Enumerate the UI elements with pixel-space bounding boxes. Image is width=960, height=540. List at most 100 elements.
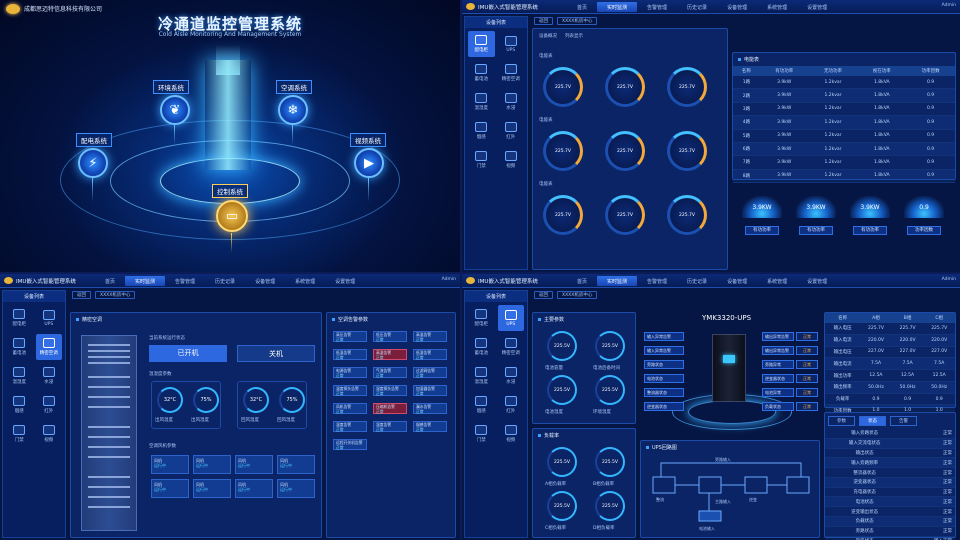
ups-icon xyxy=(42,309,55,320)
sidebar-item-water[interactable]: 水浸 xyxy=(498,363,525,389)
sidebar-item-door[interactable]: 门禁 xyxy=(6,421,33,447)
sidebar-item-smoke[interactable]: 烟感 xyxy=(6,392,33,418)
power-disc-button[interactable]: 有功功率 xyxy=(745,226,779,235)
nav-settings[interactable]: 设置管理 xyxy=(325,276,365,286)
user-menu[interactable]: Admin xyxy=(942,277,956,282)
lightning-icon[interactable]: ⚡ xyxy=(78,148,108,178)
ups-status-button-right[interactable]: 旁路异常 xyxy=(762,360,794,369)
sidebar-item-video[interactable]: 视频 xyxy=(498,147,525,173)
nav-home[interactable]: 首页 xyxy=(95,276,125,286)
snowflake-icon[interactable]: ❄ xyxy=(278,95,308,125)
sidebar-item-door[interactable]: 门禁 xyxy=(468,421,495,447)
node-label-video[interactable]: 视频系统 xyxy=(350,133,386,147)
nav-home[interactable]: 首页 xyxy=(567,2,597,12)
sidebar-item-distribution[interactable]: 配电柜 xyxy=(6,305,33,331)
ups-status-button-right[interactable]: 输出异常告警 xyxy=(762,332,794,341)
power-disc-button[interactable]: 功率因数 xyxy=(907,226,941,235)
sidebar-item-video[interactable]: 视频 xyxy=(498,421,525,447)
ups-tab[interactable]: 参数 xyxy=(828,416,855,426)
nav-history[interactable]: 历史记录 xyxy=(677,276,717,286)
camera-icon[interactable]: ▶ xyxy=(354,148,384,178)
nav-alarm[interactable]: 告警管理 xyxy=(637,2,677,12)
back-button[interactable]: 返回 xyxy=(72,291,91,299)
nav-device[interactable]: 设备管理 xyxy=(245,276,285,286)
sidebar-item-water[interactable]: 水浸 xyxy=(36,363,63,389)
ups-status-button-right[interactable]: 负载状态 xyxy=(762,402,794,411)
nav-settings[interactable]: 设置管理 xyxy=(797,2,837,12)
tab-list[interactable]: 列表显示 xyxy=(565,33,583,39)
sidebar-item-ac[interactable]: 精密空调 xyxy=(35,334,62,360)
battery-icon[interactable]: ▭ xyxy=(216,200,248,232)
sidebar-item-ac[interactable]: 精密空调 xyxy=(498,60,525,86)
nav-device[interactable]: 设备管理 xyxy=(717,2,757,12)
sidebar-item-video[interactable]: 视频 xyxy=(36,421,63,447)
location-select[interactable]: XXXX机房中心 xyxy=(95,291,136,299)
node-label-power[interactable]: 配电系统 xyxy=(76,133,112,147)
back-button[interactable]: 返回 xyxy=(534,291,553,299)
fan-status: 运行中 xyxy=(196,463,208,468)
ups-status-button-right[interactable]: 输出异常告警 xyxy=(762,346,794,355)
sidebar-item-ir[interactable]: 红外 xyxy=(498,392,525,418)
sidebar-item-battery[interactable]: 蓄电池 xyxy=(468,334,495,360)
nav-history[interactable]: 历史记录 xyxy=(205,276,245,286)
sidebar-item-smoke[interactable]: 烟感 xyxy=(468,118,495,144)
sidebar-item-ups[interactable]: UPS xyxy=(36,305,63,331)
user-menu[interactable]: Admin xyxy=(442,277,456,282)
ups-tab[interactable]: 状态 xyxy=(859,416,886,426)
sidebar-item-ir[interactable]: 红外 xyxy=(498,118,525,144)
sidebar-item-ir[interactable]: 红外 xyxy=(36,392,63,418)
tab-overview[interactable]: 设备概况 xyxy=(539,33,557,39)
sidebar-item-battery[interactable]: 蓄电池 xyxy=(6,334,33,360)
list-value: 正常 xyxy=(904,516,955,527)
nav-alarm[interactable]: 告警管理 xyxy=(637,276,677,286)
nav-realtime[interactable]: 实时监测 xyxy=(597,2,638,12)
table-cell: 1.2kvar xyxy=(808,76,858,90)
sidebar-item-ac[interactable]: 精密空调 xyxy=(498,334,525,360)
nav-history[interactable]: 历史记录 xyxy=(677,2,717,12)
sidebar-item-distribution[interactable]: 配电柜 xyxy=(468,305,495,331)
sidebar-item-distribution[interactable]: 配电柜 xyxy=(468,31,495,57)
temp-group-frame xyxy=(237,381,307,429)
nav-system[interactable]: 系统管理 xyxy=(757,276,797,286)
power-disc-button[interactable]: 有功功率 xyxy=(799,226,833,235)
sidebar-item-th[interactable]: 温湿度 xyxy=(468,363,495,389)
nav-alarm[interactable]: 告警管理 xyxy=(165,276,205,286)
sidebar-item-th[interactable]: 温湿度 xyxy=(6,363,33,389)
nav-system[interactable]: 系统管理 xyxy=(757,2,797,12)
voltage-gauge: 225.7V xyxy=(543,195,583,235)
nav-system[interactable]: 系统管理 xyxy=(285,276,325,286)
ups-status-button-left[interactable]: 输入异常告警 xyxy=(644,346,684,355)
node-label-hvac[interactable]: 空调系统 xyxy=(276,80,312,94)
node-label-env[interactable]: 环境系统 xyxy=(153,80,189,94)
location-select[interactable]: XXXX机房中心 xyxy=(557,291,598,299)
nav-settings[interactable]: 设置管理 xyxy=(797,276,837,286)
power-on-button[interactable]: 已开机 xyxy=(149,345,227,362)
nav-realtime[interactable]: 实时监测 xyxy=(125,276,166,286)
location-select[interactable]: XXXX机房中心 xyxy=(557,17,598,25)
ups-tab[interactable]: 告警 xyxy=(890,416,917,426)
power-off-button[interactable]: 关机 xyxy=(237,345,315,362)
sidebar-item-smoke[interactable]: 烟感 xyxy=(468,392,495,418)
sidebar-title: 设备列表 xyxy=(465,291,527,302)
sidebar-item-ups[interactable]: UPS xyxy=(497,305,524,331)
sidebar-item-th[interactable]: 温湿度 xyxy=(468,89,495,115)
user-menu[interactable]: Admin xyxy=(942,3,956,8)
nav-home[interactable]: 首页 xyxy=(567,276,597,286)
nav-realtime[interactable]: 实时监测 xyxy=(597,276,638,286)
power-disc-button[interactable]: 有功功率 xyxy=(853,226,887,235)
ups-status-button-left[interactable]: 旁路状态 xyxy=(644,360,684,369)
leaf-icon[interactable]: ❦ xyxy=(160,95,190,125)
ups-status-button-left[interactable]: 逆变器状态 xyxy=(644,402,684,411)
ups-status-button-left[interactable]: 电池状态 xyxy=(644,374,684,383)
sidebar-item-battery[interactable]: 蓄电池 xyxy=(468,60,495,86)
sidebar-item-ups[interactable]: UPS xyxy=(498,31,525,57)
node-label-control[interactable]: 控制系统 xyxy=(212,184,248,198)
back-button[interactable]: 返回 xyxy=(534,17,553,25)
nav-device[interactable]: 设备管理 xyxy=(717,276,757,286)
ups-status-button-right[interactable]: 电池异常 xyxy=(762,388,794,397)
ups-status-button-left[interactable]: 输入异常告警 xyxy=(644,332,684,341)
sidebar-item-water[interactable]: 水浸 xyxy=(498,89,525,115)
ups-status-button-right[interactable]: 逆变器状态 xyxy=(762,374,794,383)
ups-status-button-left[interactable]: 整流器状态 xyxy=(644,388,684,397)
sidebar-item-door[interactable]: 门禁 xyxy=(468,147,495,173)
